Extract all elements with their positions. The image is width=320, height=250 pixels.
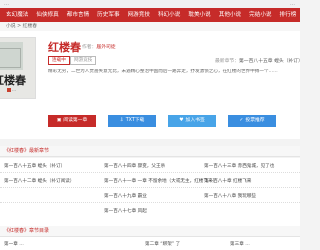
book-cover[interactable]: 红楼春 …	[0, 37, 36, 99]
chapter-link[interactable]: 第一章 …	[4, 241, 24, 247]
cover-publisher: …	[12, 87, 16, 92]
chapter-link[interactable]: 第一百八十四章 骤变，父王杀	[104, 163, 165, 169]
breadcrumb: 小说 > 红楼春	[0, 22, 300, 31]
nav-item-wanjie[interactable]: 完结小说	[245, 8, 275, 22]
chapter-link[interactable]: 第一百八十五章 蝗头（补订）	[4, 163, 65, 169]
latest-chapter-list: 第一百八十五章 蝗头（补订） 第一百八十四章 骤变，父王杀 第一百八十三章 赤西…	[0, 158, 300, 233]
chapter-link[interactable]: 第一百八十三章 赤西鬼城，见了也	[204, 163, 274, 169]
latest-chapter: 最新章节：第一百八十五章 蝗头（补订）	[215, 57, 303, 64]
download-icon: ⇩	[119, 118, 124, 123]
chapter-link[interactable]: 第一百八十七章 风起	[104, 208, 147, 214]
chapter-catalog: 第一章 … 第二章 “绑架” 了 第三章 …	[0, 237, 300, 250]
latest-chapter-link[interactable]: 第一百八十五章 蝗头（补订）	[239, 59, 303, 64]
top-strip: … …	[0, 0, 300, 8]
nav-item-wangyou[interactable]: 网游竞技	[124, 8, 154, 22]
divider	[0, 187, 300, 188]
cover-building-icon	[0, 48, 21, 68]
top-strip-left[interactable]: …	[4, 0, 9, 8]
read-first-chapter-button[interactable]: ▣ 阅读第一章	[48, 115, 96, 127]
nav-item-danmei[interactable]: 耽美小说	[184, 8, 214, 22]
book-info-card: 红楼春 … 红楼春 作者：届外司徒 连载中 网游竞技 最新章节：第一百八十五章 …	[0, 31, 303, 139]
chapter-link[interactable]: 第一百八十一章 一章 不留余地（大或无主，红楼飞来）	[104, 178, 217, 184]
author-name[interactable]: 届外司徒	[96, 45, 115, 50]
main-nav: 玄幻魔法 仙侠修真 都市言情 历史军事 网游竞技 科幻小说 耽美小说 其他小说 …	[0, 8, 300, 22]
cover-stamp-icon	[7, 88, 11, 92]
nav-item-lishi[interactable]: 历史军事	[93, 8, 123, 22]
divider	[0, 202, 300, 203]
chapter-link[interactable]: 第一百八十章 红楼飞来	[204, 178, 251, 184]
all-chapters-heading: 《红楼春》章节目录	[0, 226, 300, 237]
nav-item-paihang[interactable]: 排行榜	[276, 8, 301, 22]
book-icon: ▣	[56, 118, 62, 123]
nav-item-kehuan[interactable]: 科幻小说	[154, 8, 184, 22]
latest-chapters-heading: 《红楼春》最新章节	[0, 146, 300, 157]
chapter-link[interactable]: 第一百八十九章 霸业	[104, 193, 147, 199]
author-label: 作者：	[82, 45, 97, 50]
nav-item-dushi[interactable]: 都市言情	[63, 8, 93, 22]
book-title: 红楼春	[48, 41, 81, 54]
chapter-link[interactable]: 第三章 …	[230, 241, 250, 247]
thumbs-up-icon: ✓	[239, 118, 244, 123]
chapter-link[interactable]: 第二章 “绑架” 了	[145, 241, 180, 247]
category-badge[interactable]: 网游竞技	[70, 56, 97, 65]
vote-button[interactable]: ✓ 投票推荐	[228, 115, 276, 127]
nav-item-qita[interactable]: 其他小说	[215, 8, 245, 22]
chapter-link[interactable]: 第一百八十二章 蝗头（补订阅读）	[4, 178, 74, 184]
breadcrumb-text[interactable]: 小说 > 红楼春	[6, 24, 37, 29]
heart-icon: ♥	[179, 118, 184, 123]
latest-chapter-label: 最新章节：	[215, 59, 239, 64]
nav-item-xuanhuan[interactable]: 玄幻魔法	[0, 8, 32, 22]
book-author: 作者：届外司徒	[82, 43, 116, 50]
book-description: 精彩无穷，二世为人贾蔷失意无比，未遇精心整治中国而后一路奔走，抒发激愤之心，在红…	[48, 69, 278, 74]
top-strip-right[interactable]: …	[290, 0, 295, 8]
chapter-link[interactable]: 第一百八十八章 我玩哪些	[204, 193, 256, 199]
nav-item-xianxia[interactable]: 仙侠修真	[32, 8, 62, 22]
cover-title: 红楼春	[0, 74, 26, 87]
txt-download-button[interactable]: ⇩ TXT下载	[108, 115, 156, 127]
add-bookmark-button[interactable]: ♥ 加入书签	[168, 115, 216, 127]
status-badge: 连载中	[48, 56, 70, 65]
divider	[0, 172, 300, 173]
